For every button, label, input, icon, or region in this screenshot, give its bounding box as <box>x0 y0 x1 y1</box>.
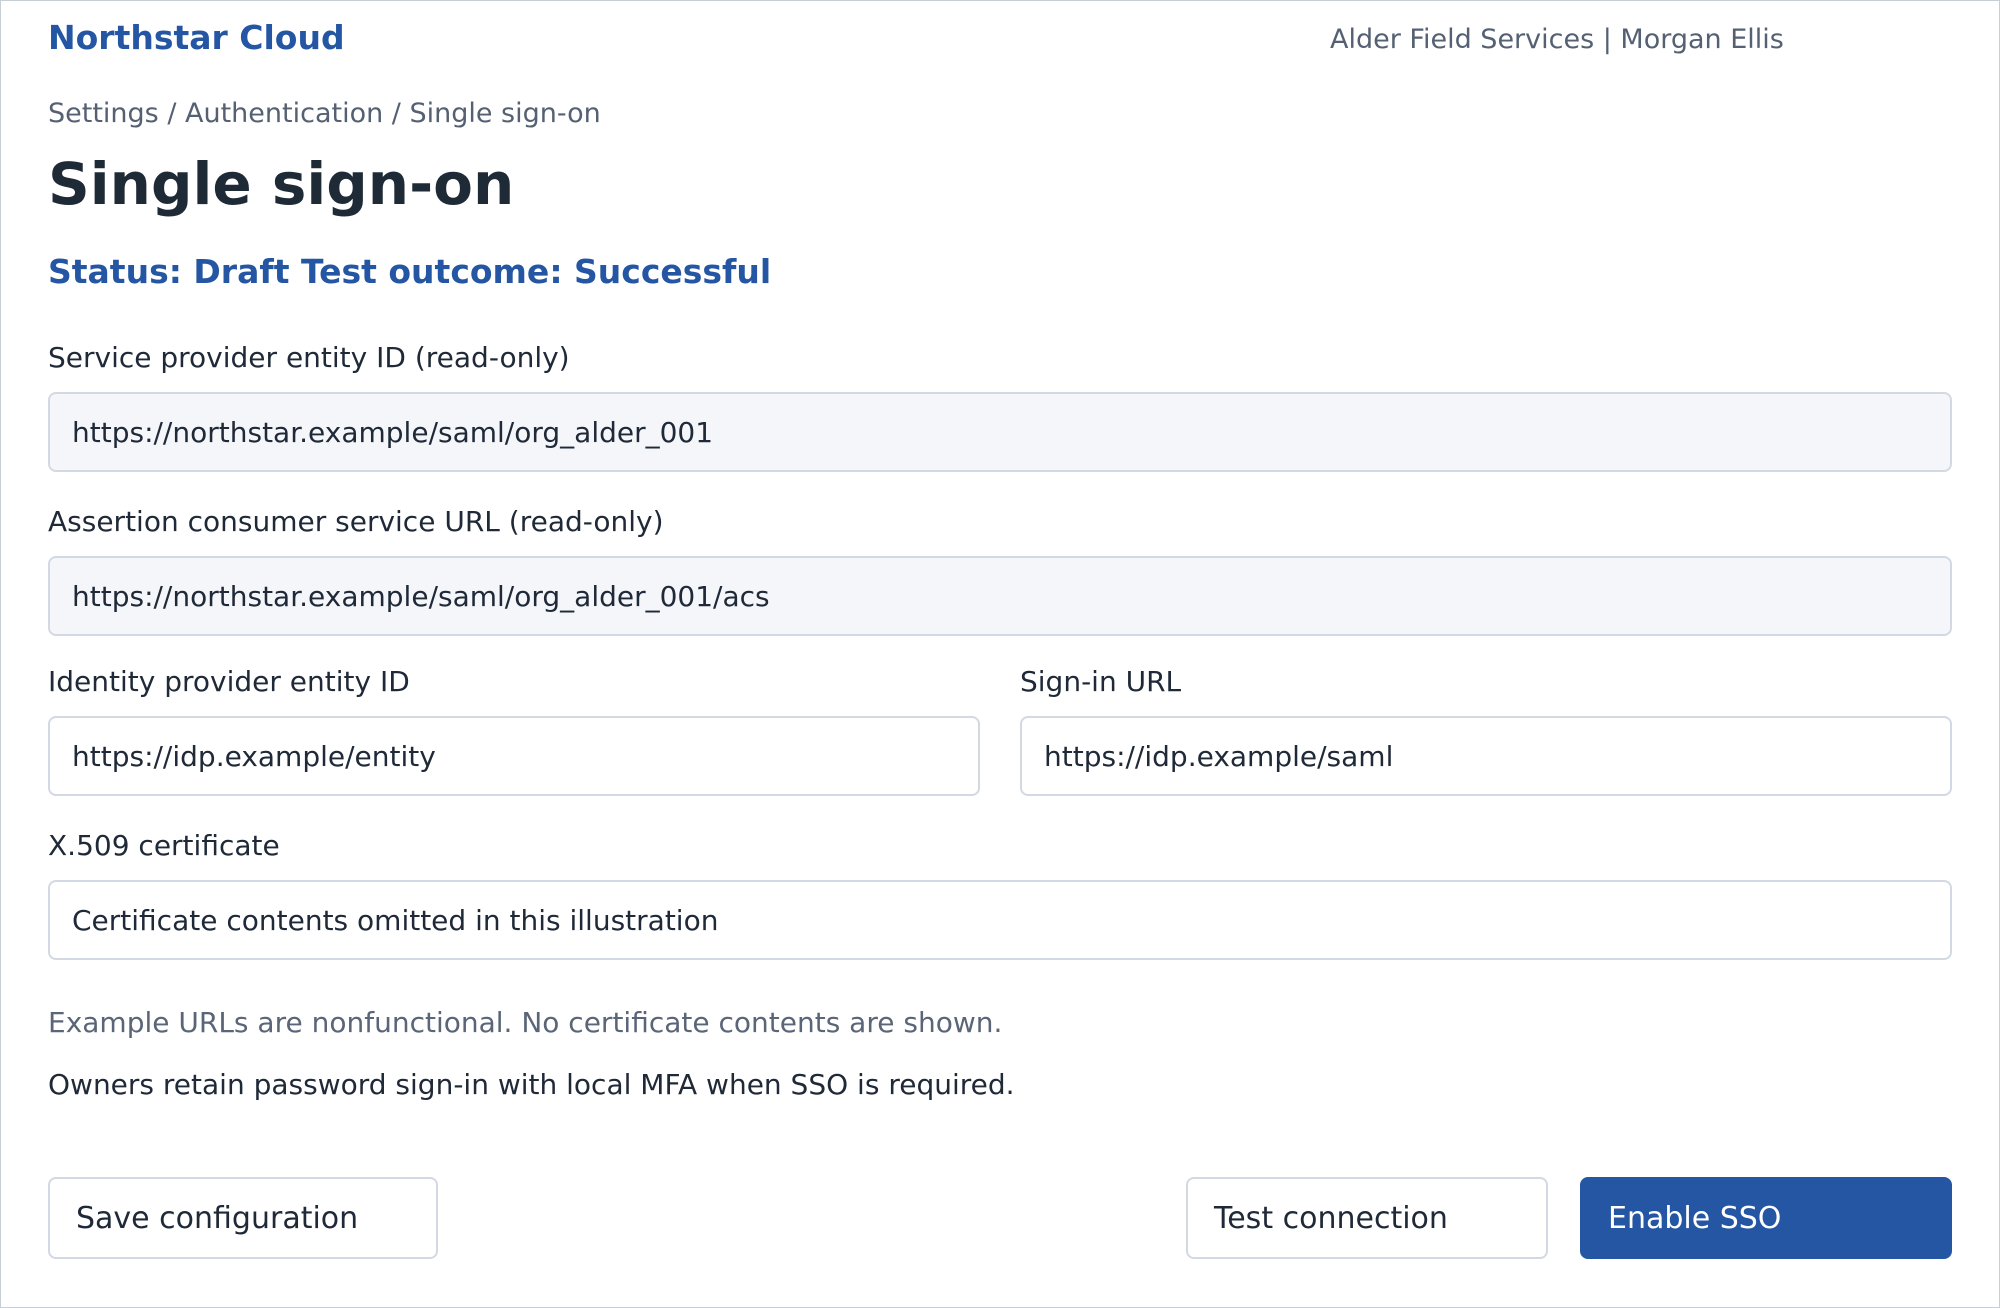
disclaimer-note: Example URLs are nonfunctional. No certi… <box>48 1006 1003 1039</box>
save-configuration-button[interactable]: Save configuration <box>48 1177 438 1259</box>
page-title: Single sign-on <box>48 150 515 218</box>
sign-in-url-field[interactable] <box>1020 716 1952 796</box>
status-summary: Status: Draft Test outcome: Successful <box>48 252 772 291</box>
acs-url-field[interactable] <box>48 556 1952 636</box>
enable-sso-button[interactable]: Enable SSO <box>1580 1177 1952 1259</box>
idp-entity-id-field[interactable] <box>48 716 980 796</box>
certificate-field[interactable] <box>48 880 1952 960</box>
sp-entity-id-label: Service provider entity ID (read-only) <box>48 341 570 374</box>
test-connection-button[interactable]: Test connection <box>1186 1177 1548 1259</box>
certificate-label: X.509 certificate <box>48 829 280 862</box>
brand-logo[interactable]: Northstar Cloud <box>48 18 345 57</box>
idp-entity-id-label: Identity provider entity ID <box>48 665 410 698</box>
account-info[interactable]: Alder Field Services | Morgan Ellis <box>1330 24 1784 55</box>
acs-url-label: Assertion consumer service URL (read-onl… <box>48 505 664 538</box>
sign-in-url-label: Sign-in URL <box>1020 665 1182 698</box>
sp-entity-id-field[interactable] <box>48 392 1952 472</box>
owner-policy-note: Owners retain password sign-in with loca… <box>48 1068 1015 1101</box>
breadcrumb: Settings / Authentication / Single sign-… <box>48 98 601 129</box>
